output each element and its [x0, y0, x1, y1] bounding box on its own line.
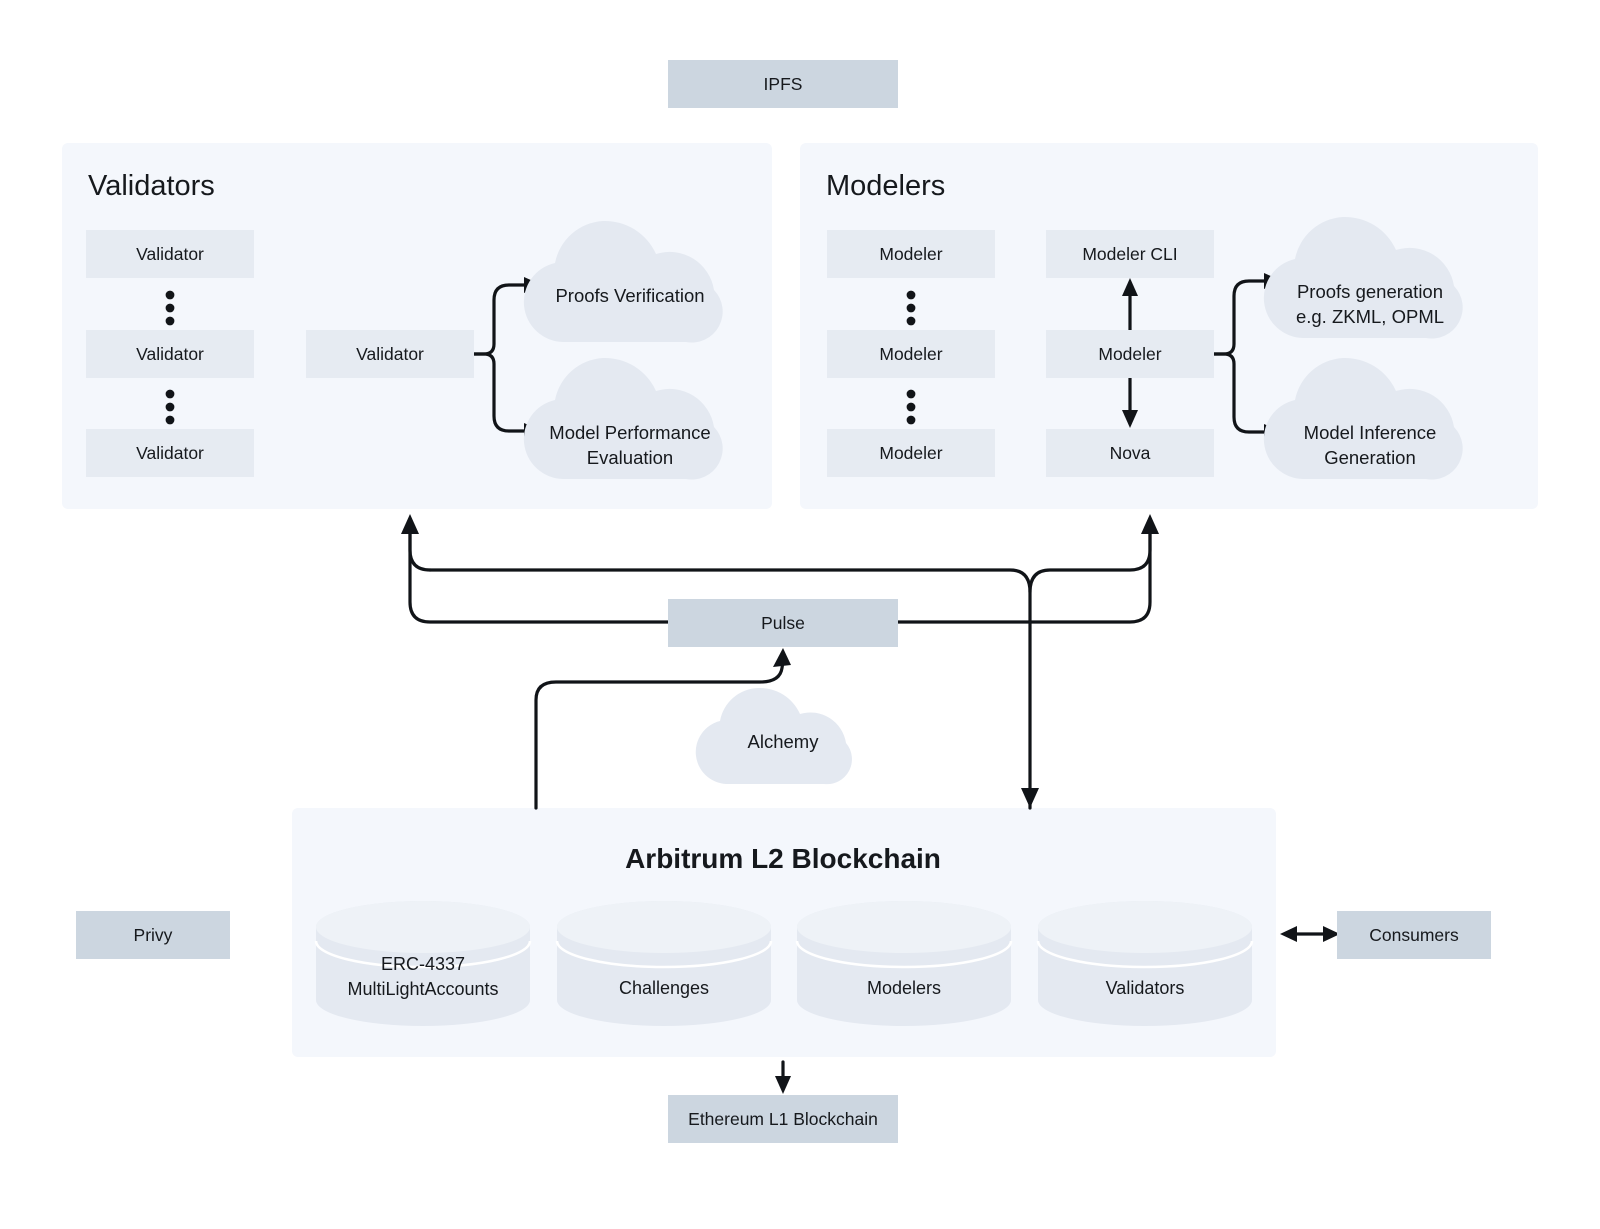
- validator-stack-item-2[interactable]: Validator: [86, 330, 254, 378]
- store-modelers[interactable]: Modelers: [795, 901, 1013, 1026]
- cloud-alchemy: Alchemy: [695, 687, 852, 785]
- nova-node[interactable]: Nova: [1046, 429, 1214, 477]
- modeler-stack-item-2[interactable]: Modeler: [827, 330, 995, 378]
- cloud-label-line: Model Inference: [1304, 422, 1437, 443]
- modeler-cli-node[interactable]: Modeler CLI: [1046, 230, 1214, 278]
- modeler-stack-label: Modeler: [879, 244, 942, 264]
- modeler-stack-label: Modeler: [879, 344, 942, 364]
- pulse-node[interactable]: Pulse: [668, 599, 898, 647]
- cloud-label-line: Generation: [1324, 447, 1416, 468]
- consumers-node[interactable]: Consumers: [1337, 911, 1491, 959]
- store-label-line: Challenges: [619, 978, 709, 998]
- modeler-pipeline-node[interactable]: Modeler: [1046, 330, 1214, 378]
- cloud-label-line: Proofs generation: [1297, 281, 1443, 302]
- consumers-label: Consumers: [1369, 925, 1459, 945]
- store-label-line: Validators: [1106, 978, 1185, 998]
- ethereum-l1-label: Ethereum L1 Blockchain: [688, 1109, 878, 1129]
- validator-focus-node[interactable]: Validator: [306, 330, 474, 378]
- privy-node[interactable]: Privy: [76, 911, 230, 959]
- modeler-stack-item-3[interactable]: Modeler: [827, 429, 995, 477]
- alchemy-label: Alchemy: [748, 731, 820, 752]
- cloud-label-line: Evaluation: [587, 447, 673, 468]
- validator-focus-label: Validator: [356, 344, 424, 364]
- cloud-model-performance-evaluation: Model Performance Evaluation: [523, 357, 723, 480]
- cloud-label-line: Proofs Verification: [555, 285, 704, 306]
- validator-stack-item-1[interactable]: Validator: [86, 230, 254, 278]
- nodes-layer: IPFS Validators Validator Validator Vali…: [76, 60, 1491, 1143]
- cloud-label-line: Model Performance: [549, 422, 710, 443]
- modelers-panel-title: Modelers: [826, 170, 945, 202]
- store-label-line: ERC-4337: [381, 954, 465, 974]
- privy-label: Privy: [134, 925, 173, 945]
- validators-panel-title: Validators: [88, 170, 215, 202]
- store-challenges[interactable]: Challenges: [555, 901, 773, 1026]
- validator-stack-label: Validator: [136, 443, 204, 463]
- store-label-line: MultiLightAccounts: [347, 979, 498, 999]
- validator-stack-item-3[interactable]: Validator: [86, 429, 254, 477]
- store-erc-4337[interactable]: ERC-4337 MultiLightAccounts: [314, 901, 532, 1026]
- cloud-label-line: e.g. ZKML, OPML: [1296, 306, 1444, 327]
- nova-label: Nova: [1110, 443, 1151, 463]
- modeler-stack-item-1[interactable]: Modeler: [827, 230, 995, 278]
- architecture-diagram: IPFS Validators Validator Validator Vali…: [0, 0, 1600, 1229]
- ipfs-label: IPFS: [764, 74, 803, 94]
- cloud-proofs-generation: Proofs generation e.g. ZKML, OPML: [1263, 216, 1463, 339]
- store-label-line: Modelers: [867, 978, 941, 998]
- modeler-stack-label: Modeler: [879, 443, 942, 463]
- ethereum-l1-node[interactable]: Ethereum L1 Blockchain: [668, 1095, 898, 1143]
- validator-stack-label: Validator: [136, 344, 204, 364]
- ipfs-node[interactable]: IPFS: [668, 60, 898, 108]
- store-validators[interactable]: Validators: [1036, 901, 1254, 1026]
- modeler-pipeline-label: Modeler: [1098, 344, 1161, 364]
- blockchain-panel-title: Arbitrum L2 Blockchain: [625, 843, 941, 874]
- validator-stack-label: Validator: [136, 244, 204, 264]
- modeler-cli-label: Modeler CLI: [1082, 244, 1177, 264]
- pulse-label: Pulse: [761, 613, 805, 633]
- cloud-proofs-verification: Proofs Verification: [523, 220, 723, 343]
- cloud-model-inference-generation: Model Inference Generation: [1263, 357, 1463, 480]
